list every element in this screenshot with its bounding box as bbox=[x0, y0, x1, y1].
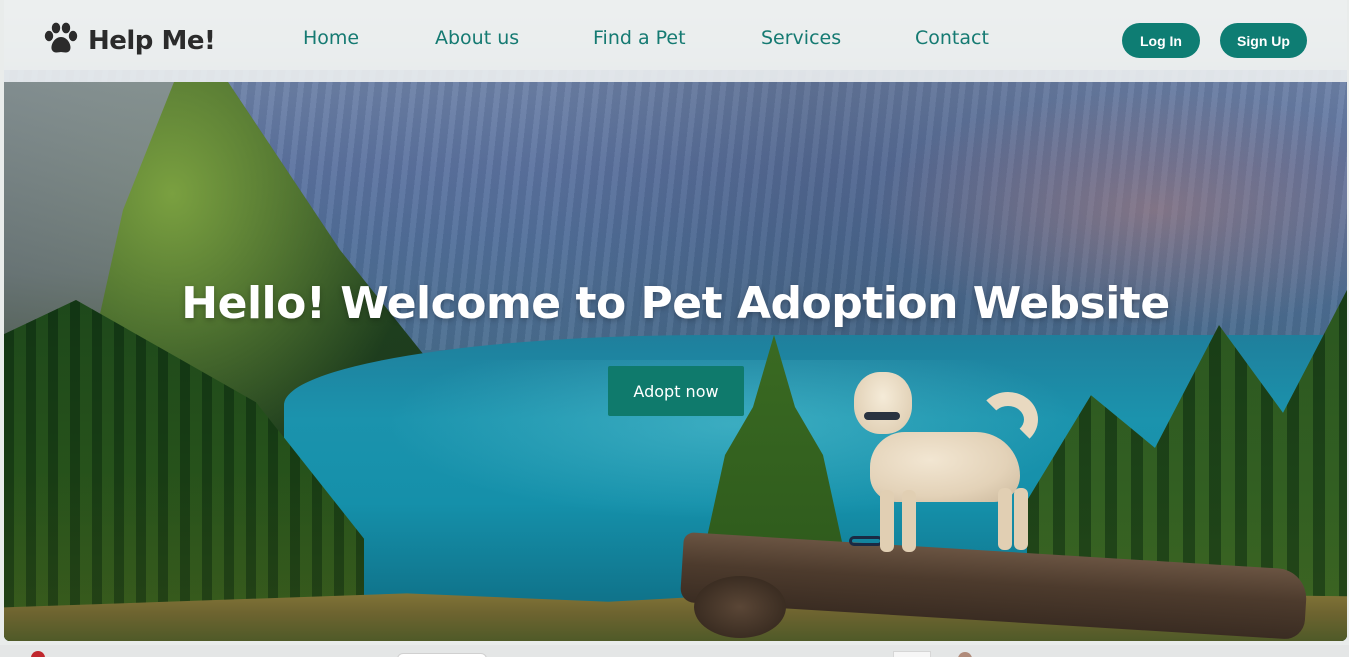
paw-icon bbox=[42, 22, 80, 60]
user-avatar[interactable] bbox=[958, 652, 972, 657]
navbar: Help Me! Home About us Find a Pet Servic… bbox=[4, 0, 1347, 82]
dog-head bbox=[854, 372, 912, 434]
brand[interactable]: Help Me! bbox=[42, 22, 216, 60]
dog bbox=[850, 372, 1050, 562]
nav-find-a-pet[interactable]: Find a Pet bbox=[593, 27, 686, 49]
login-button[interactable]: Log In bbox=[1122, 23, 1200, 58]
adopt-now-button[interactable]: Adopt now bbox=[608, 366, 744, 416]
log-end bbox=[694, 576, 786, 638]
nav-home[interactable]: Home bbox=[303, 27, 359, 49]
taskbar bbox=[0, 645, 1349, 657]
brand-name: Help Me! bbox=[88, 26, 216, 56]
page: Help Me! Home About us Find a Pet Servic… bbox=[4, 0, 1347, 641]
nav-contact[interactable]: Contact bbox=[915, 27, 989, 49]
taskbar-app[interactable] bbox=[893, 651, 931, 657]
dog-leg bbox=[902, 490, 916, 552]
dog-collar bbox=[864, 412, 900, 420]
dog-leg bbox=[1014, 488, 1028, 550]
dog-leg bbox=[880, 490, 894, 552]
nav-about-us[interactable]: About us bbox=[435, 27, 519, 49]
taskbar-search[interactable] bbox=[397, 653, 487, 657]
notification-badge[interactable] bbox=[31, 651, 45, 657]
nav-services[interactable]: Services bbox=[761, 27, 841, 49]
signup-button[interactable]: Sign Up bbox=[1220, 23, 1307, 58]
dog-leg bbox=[998, 488, 1012, 550]
hero-title: Hello! Welcome to Pet Adoption Website bbox=[181, 278, 1170, 329]
